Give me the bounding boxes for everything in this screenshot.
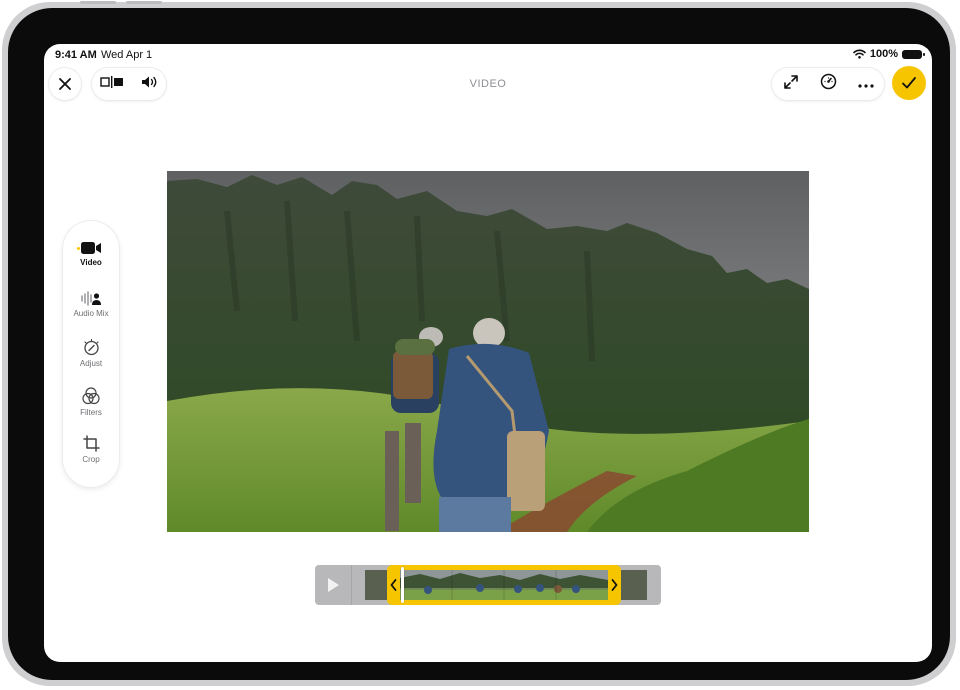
expand-icon	[783, 74, 798, 89]
tool-label-crop: Crop	[82, 455, 100, 464]
adjust-dial-icon	[83, 339, 99, 356]
trim-selection[interactable]	[387, 565, 621, 605]
chevron-right-icon	[611, 579, 618, 591]
timeline-scrubber[interactable]	[315, 565, 661, 605]
timeline-filmstrip	[400, 570, 608, 600]
tool-filters[interactable]: Filters	[63, 387, 119, 417]
options-pill	[772, 68, 884, 100]
timeline-thumbnail-before	[365, 570, 389, 600]
speedometer-icon	[820, 73, 836, 90]
tool-video[interactable]: Video	[63, 241, 119, 267]
expand-button[interactable]	[783, 74, 799, 95]
video-camera-icon	[81, 242, 101, 254]
speed-button[interactable]	[820, 73, 837, 95]
status-date: Wed Apr 1	[101, 49, 153, 61]
status-time: 9:41 AM	[55, 49, 97, 61]
audio-mix-icon	[81, 291, 101, 306]
filmstrip-thumbnails	[400, 570, 608, 600]
playhead[interactable]	[401, 567, 404, 603]
filters-icon	[82, 387, 100, 405]
screen: 9:41 AM Wed Apr 1 100% VIDEO Video Audio…	[44, 44, 932, 662]
timeline-divider	[351, 565, 352, 605]
timeline-thumbnail-after	[621, 570, 647, 600]
chevron-left-icon	[390, 579, 397, 591]
tool-adjust[interactable]: Adjust	[63, 339, 119, 368]
volume-up-hardware-button	[80, 1, 116, 4]
edit-tools-sidebar: Video Audio Mix Adjust Filters Crop	[63, 221, 119, 487]
video-frame-image	[167, 171, 809, 532]
tool-label-video: Video	[80, 258, 102, 267]
wifi-icon	[853, 49, 866, 59]
play-button[interactable]	[315, 565, 351, 605]
video-preview[interactable]	[167, 171, 809, 532]
trim-handle-left[interactable]	[387, 565, 400, 605]
tool-audio-mix[interactable]: Audio Mix	[63, 291, 119, 318]
checkmark-icon	[902, 77, 916, 89]
tool-label-adjust: Adjust	[79, 359, 103, 368]
tool-label-filters: Filters	[80, 408, 102, 417]
play-icon	[328, 578, 339, 592]
more-icon	[857, 84, 874, 88]
tool-crop[interactable]: Crop	[63, 435, 119, 464]
trim-handle-right[interactable]	[608, 565, 621, 605]
device-bezel: 9:41 AM Wed Apr 1 100% VIDEO Video Audio…	[8, 8, 950, 680]
battery-icon	[902, 49, 925, 59]
crop-icon	[82, 435, 100, 452]
more-button[interactable]	[857, 75, 874, 93]
active-indicator	[77, 247, 80, 250]
device-frame: 9:41 AM Wed Apr 1 100% VIDEO Video Audio…	[2, 1, 956, 686]
tool-label-audio-mix: Audio Mix	[73, 309, 109, 318]
status-right: 100%	[853, 48, 925, 60]
volume-down-hardware-button	[126, 1, 162, 4]
battery-percent: 100%	[869, 48, 898, 60]
done-button[interactable]	[892, 66, 926, 100]
